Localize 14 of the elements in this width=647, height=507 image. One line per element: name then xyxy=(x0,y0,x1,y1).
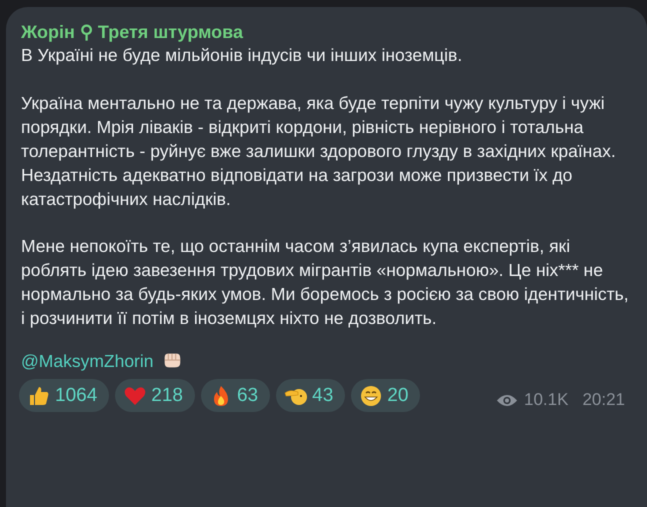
mention-link[interactable]: @MaksymZhorin xyxy=(21,349,154,373)
message-time: 20:21 xyxy=(582,390,625,410)
message-text: В Україні не буде мільйонів індусів чи інших іноземців. xyxy=(21,44,464,67)
reaction-button[interactable]: 1064 xyxy=(19,379,110,412)
author-name[interactable]: Жорін ⚲ Третя штурмова xyxy=(21,21,244,43)
reaction-button[interactable]: 20 xyxy=(351,379,420,412)
reaction-button[interactable]: 218 xyxy=(115,379,195,412)
view-count: 10.1K xyxy=(524,390,568,410)
message-text: Україна ментально не та держава, яка буде терпіти чужу культуру і чужі порядки. Мрія ліваків - відкриті кордони, рівність нерівного і тотальна толерантність - руйнує вже залишки здорового глузду в західних країнах. Нездатність адекватно відповідати на загрози може призвести їх до катастрофічних наслідків. xyxy=(21,92,617,211)
message-text: Мене непокоїть те, що останнім часом з’явилась купа експертів, які роблять ідею завезення трудових мігрантів «нормальною». Це ніх*** не нормально за будь-яких умов. Ми боремось з росією за свою ідентичність, і розчинити її потім в іноземцях ніхто не дозволить. xyxy=(21,235,630,330)
reaction-button[interactable]: 43 xyxy=(276,379,346,412)
reaction-button[interactable]: 63 xyxy=(200,379,270,412)
grinning-face-icon xyxy=(359,384,384,408)
eye-icon xyxy=(496,392,518,408)
